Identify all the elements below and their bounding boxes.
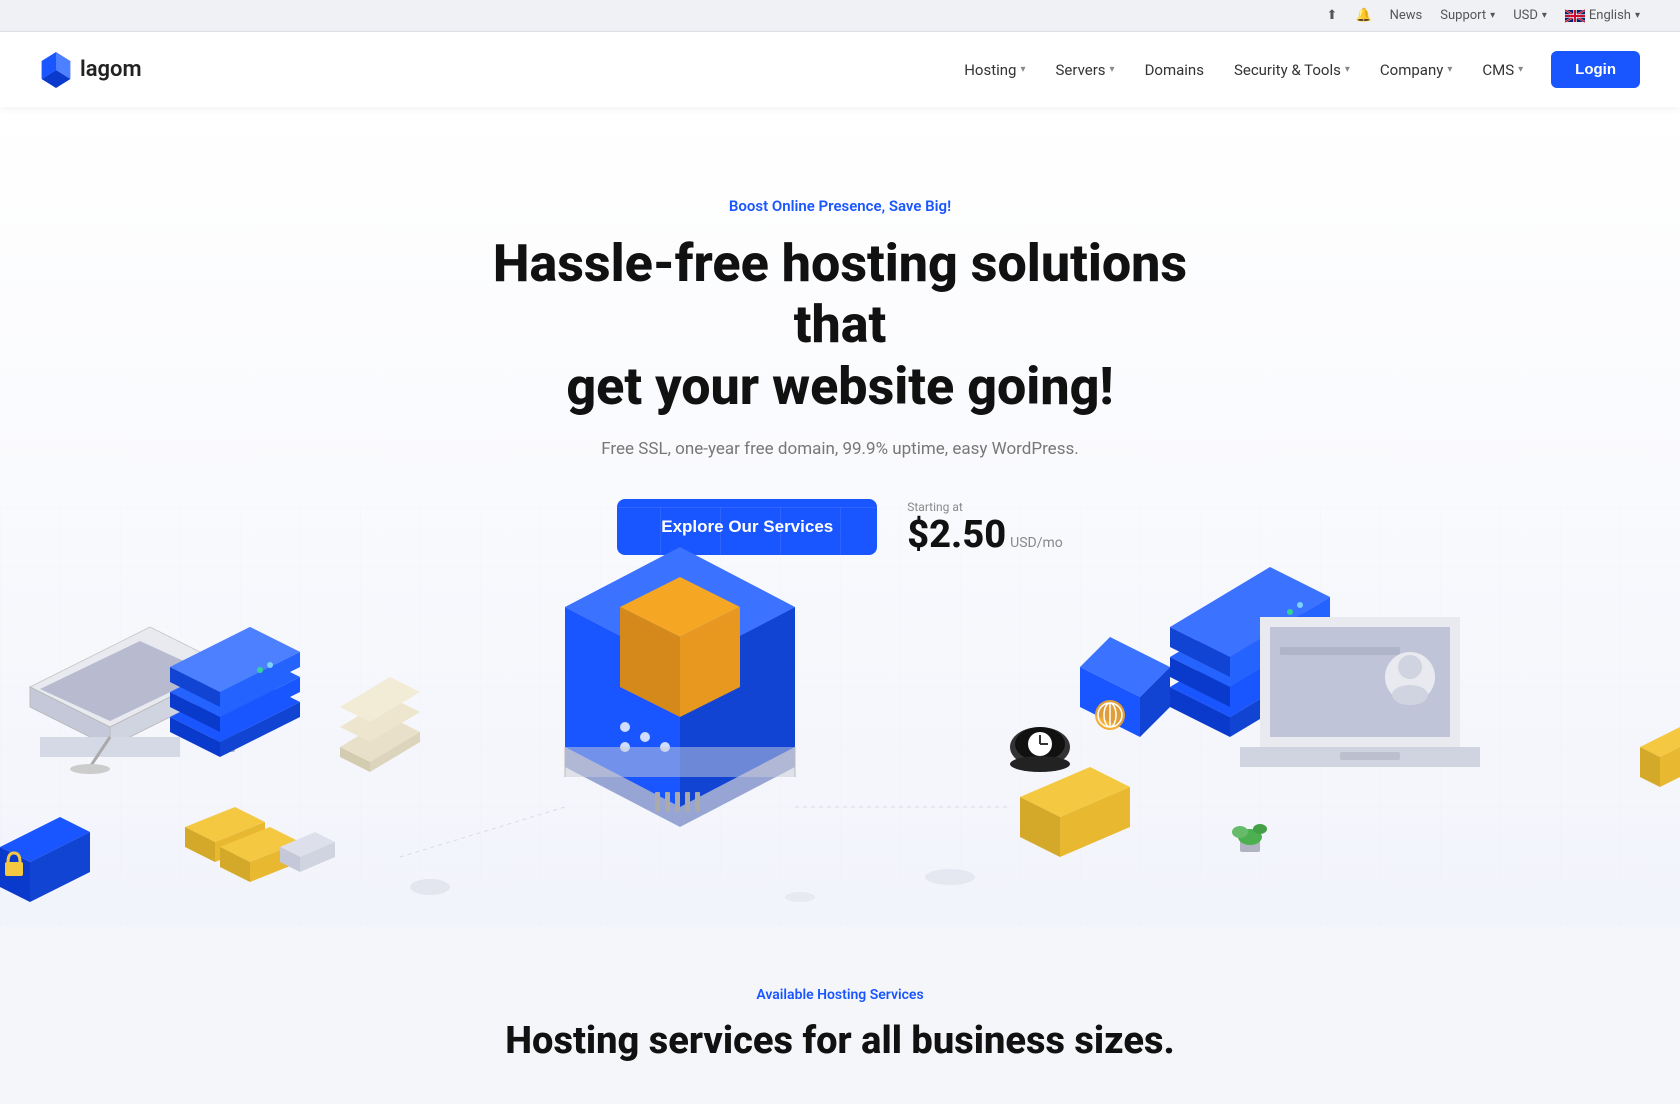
hero-tagline: Boost Online Presence, Save Big! bbox=[729, 197, 951, 215]
login-button[interactable]: Login bbox=[1551, 51, 1640, 88]
nav-cms[interactable]: CMS ▾ bbox=[1470, 53, 1535, 87]
chevron-down-icon: ▾ bbox=[1020, 64, 1025, 75]
nav-hosting[interactable]: Hosting ▾ bbox=[952, 53, 1037, 87]
chevron-down-icon: ▾ bbox=[1345, 64, 1350, 75]
nav-servers[interactable]: Servers ▾ bbox=[1044, 53, 1127, 87]
hero-title: Hassle-free hosting solutions that get y… bbox=[490, 233, 1190, 417]
chevron-down-icon: ▾ bbox=[1542, 10, 1547, 21]
nav-security[interactable]: Security & Tools ▾ bbox=[1222, 53, 1362, 87]
nav-domains[interactable]: Domains bbox=[1133, 53, 1216, 87]
chevron-down-icon: ▾ bbox=[1447, 64, 1452, 75]
price-label: Starting at bbox=[907, 500, 1063, 514]
chevron-down-icon: ▾ bbox=[1518, 64, 1523, 75]
section-badge: Available Hosting Services bbox=[40, 987, 1640, 1003]
price-block: Starting at $2.50 USD/mo bbox=[907, 500, 1063, 554]
hero-actions: Explore Our Services Starting at $2.50 U… bbox=[617, 499, 1063, 555]
navbar: lagom Hosting ▾ Servers ▾ Domains Securi… bbox=[0, 32, 1680, 107]
price-unit: USD/mo bbox=[1010, 535, 1063, 551]
price-amount: $2.50 bbox=[907, 513, 1006, 557]
topbar-support[interactable]: Support ▾ bbox=[1440, 8, 1495, 23]
topbar-bell[interactable]: 🔔 bbox=[1355, 8, 1371, 23]
topbar-share[interactable]: ⬆ bbox=[1327, 8, 1338, 23]
logo-icon bbox=[40, 52, 72, 88]
explore-button[interactable]: Explore Our Services bbox=[617, 499, 877, 555]
hero-section: Boost Online Presence, Save Big! Hassle-… bbox=[0, 107, 1680, 927]
logo[interactable]: lagom bbox=[40, 52, 142, 88]
chevron-down-icon: ▾ bbox=[1635, 10, 1640, 21]
chevron-down-icon: ▾ bbox=[1110, 64, 1115, 75]
chevron-down-icon: ▾ bbox=[1490, 10, 1495, 21]
topbar-news[interactable]: News bbox=[1390, 8, 1423, 23]
nav-links: Hosting ▾ Servers ▾ Domains Security & T… bbox=[952, 51, 1640, 88]
bottom-section: Available Hosting Services Hosting servi… bbox=[0, 927, 1680, 1103]
uk-flag-icon bbox=[1565, 9, 1585, 23]
hero-illustration bbox=[0, 507, 1680, 927]
logo-text: lagom bbox=[80, 57, 142, 82]
topbar-currency[interactable]: USD ▾ bbox=[1513, 8, 1547, 23]
isometric-scene-svg bbox=[0, 507, 1680, 927]
topbar-language[interactable]: English ▾ bbox=[1565, 8, 1640, 23]
bell-icon: 🔔 bbox=[1355, 8, 1371, 23]
share-icon: ⬆ bbox=[1327, 8, 1338, 23]
hero-subtitle: Free SSL, one-year free domain, 99.9% up… bbox=[601, 439, 1078, 459]
price-display: $2.50 USD/mo bbox=[907, 516, 1063, 554]
nav-company[interactable]: Company ▾ bbox=[1368, 53, 1464, 87]
section-title: Hosting services for all business sizes. bbox=[40, 1019, 1640, 1063]
topbar: ⬆ 🔔 News Support ▾ USD ▾ English ▾ bbox=[0, 0, 1680, 32]
